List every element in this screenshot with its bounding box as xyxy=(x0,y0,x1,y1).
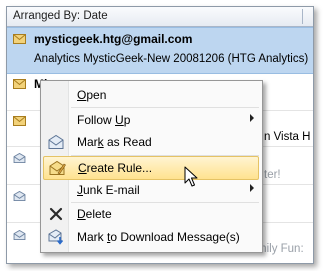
submenu-arrow-icon xyxy=(250,114,254,122)
menu-item-mark-to-download[interactable]: Mark to Download Message(s) xyxy=(43,226,260,248)
menu-accelerator: D xyxy=(77,207,86,221)
menu-item-delete[interactable]: Delete xyxy=(43,203,260,225)
envelope-icon xyxy=(13,116,26,126)
open-envelope-icon xyxy=(13,191,26,201)
submenu-arrow-icon xyxy=(250,184,254,192)
message-subject: Analytics MysticGeek-New 20081206 (HTG A… xyxy=(34,53,309,65)
envelope-icon xyxy=(13,79,26,89)
message-subject-fragment: n Vista H xyxy=(264,131,311,143)
menu-separator xyxy=(71,107,259,108)
context-menu: Open Follow Up Mark as Read Create Rule.… xyxy=(40,80,263,253)
menu-accelerator: U xyxy=(115,113,124,127)
message-subject-fragment: ter! xyxy=(264,169,281,181)
header-divider xyxy=(302,9,303,24)
download-message-icon xyxy=(48,229,64,245)
menu-item-open[interactable]: Open xyxy=(43,84,260,106)
mouse-cursor-icon xyxy=(184,166,198,187)
create-rule-icon xyxy=(49,160,66,175)
menu-item-mark-as-read[interactable]: Mark as Read xyxy=(43,131,260,153)
menu-item-label: o Download Message(s) xyxy=(110,230,240,244)
menu-item-junk-email[interactable]: Junk E-mail xyxy=(43,179,260,201)
menu-item-follow-up[interactable]: Follow Up xyxy=(43,109,260,131)
arrange-by-label: Arranged By: Date xyxy=(13,10,108,22)
menu-accelerator: C xyxy=(78,161,87,175)
menu-item-label: reate Rule... xyxy=(86,161,153,175)
menu-item-label: p xyxy=(123,113,131,127)
message-sender: mysticgeek.htg@gmail.com xyxy=(34,32,193,46)
delete-icon xyxy=(49,207,63,221)
menu-item-label: pen xyxy=(86,88,107,102)
menu-item-label: Mark xyxy=(77,230,107,244)
menu-accelerator: O xyxy=(77,88,87,102)
menu-item-label: elete xyxy=(85,207,112,221)
menu-item-label: Follow xyxy=(77,113,116,127)
envelope-icon xyxy=(13,34,26,44)
open-envelope-icon xyxy=(13,230,26,240)
menu-item-create-rule[interactable]: Create Rule... xyxy=(43,156,259,180)
arrange-by-header[interactable]: Arranged By: Date xyxy=(7,7,313,27)
selected-message-row[interactable]: mysticgeek.htg@gmail.com Analytics Mysti… xyxy=(7,27,313,74)
open-envelope-icon xyxy=(48,134,64,149)
menu-item-label: Mar xyxy=(77,135,98,149)
open-envelope-icon xyxy=(13,153,26,163)
menu-item-label: unk E-mail xyxy=(83,183,140,197)
menu-item-label: as Read xyxy=(103,135,152,149)
message-subject-fragment: mily Fun: xyxy=(257,243,304,255)
